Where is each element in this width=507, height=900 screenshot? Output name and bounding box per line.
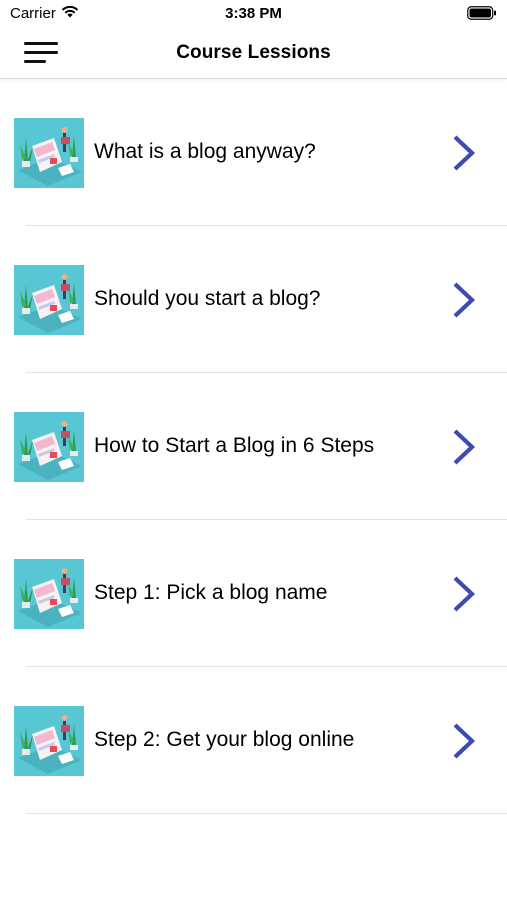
lesson-list-item[interactable]: Should you start a blog? bbox=[0, 226, 507, 373]
lesson-title: Step 1: Pick a blog name bbox=[94, 581, 328, 604]
lesson-list-item[interactable]: Step 1: Pick a blog name bbox=[0, 520, 507, 667]
lesson-list-item[interactable]: How to Start a Blog in 6 Steps bbox=[0, 373, 507, 520]
battery-icon bbox=[467, 6, 497, 25]
lesson-title: Should you start a blog? bbox=[94, 287, 321, 310]
chevron-right-icon[interactable] bbox=[451, 281, 477, 319]
blog-illustration-icon bbox=[14, 265, 84, 335]
blog-illustration-icon bbox=[14, 412, 84, 482]
status-bar: Carrier 3:38 PM bbox=[0, 0, 507, 28]
chevron-right-icon[interactable] bbox=[451, 134, 477, 172]
lesson-list-item[interactable]: What is a blog anyway? bbox=[0, 79, 507, 226]
row-divider bbox=[26, 813, 507, 814]
navigation-bar: Course Lessions bbox=[0, 28, 507, 79]
blog-illustration-icon bbox=[14, 118, 84, 188]
chevron-right-icon[interactable] bbox=[451, 575, 477, 613]
chevron-right-icon[interactable] bbox=[451, 428, 477, 466]
lesson-list: What is a blog anyway? Should you start … bbox=[0, 79, 507, 814]
chevron-right-icon[interactable] bbox=[451, 722, 477, 760]
lesson-title: How to Start a Blog in 6 Steps bbox=[94, 434, 375, 457]
lesson-title: What is a blog anyway? bbox=[94, 140, 316, 163]
blog-illustration-icon bbox=[14, 706, 84, 776]
blog-illustration-icon bbox=[14, 559, 84, 629]
lesson-title: Step 2: Get your blog online bbox=[94, 728, 355, 751]
lesson-list-item[interactable]: Step 2: Get your blog online bbox=[0, 667, 507, 814]
page-title: Course Lessions bbox=[176, 42, 331, 63]
status-time: 3:38 PM bbox=[225, 5, 282, 22]
